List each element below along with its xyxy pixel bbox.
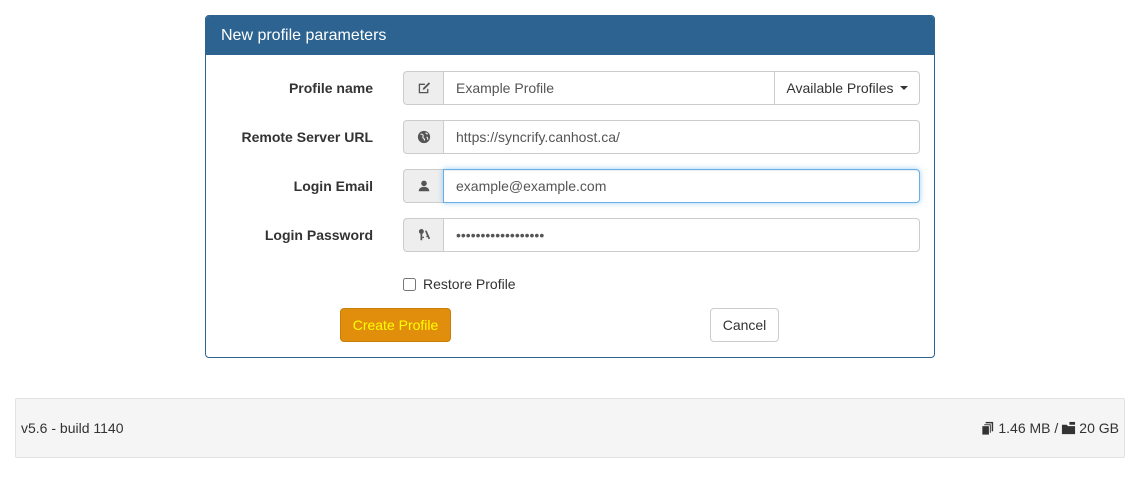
storage-usage: 1.46 MB / 20 GB — [980, 399, 1119, 457]
profile-name-group: Available Profiles — [403, 71, 920, 105]
login-email-group — [403, 169, 920, 203]
user-icon — [403, 169, 443, 203]
edit-icon — [403, 71, 443, 105]
login-password-input[interactable] — [443, 218, 920, 252]
caret-down-icon — [899, 86, 908, 90]
restore-profile-option: Restore Profile — [403, 274, 516, 294]
restore-profile-label: Restore Profile — [423, 276, 516, 292]
version-text: v5.6 - build 1140 — [21, 420, 124, 436]
login-email-label: Login Email — [293, 178, 373, 194]
create-profile-button[interactable]: Create Profile — [340, 308, 451, 342]
quota-space: 20 GB — [1079, 420, 1119, 436]
cancel-button[interactable]: Cancel — [710, 308, 779, 342]
footer: v5.6 - build 1140 1.46 MB / 20 GB — [15, 398, 1125, 458]
folder-icon — [1061, 421, 1076, 436]
globe-icon — [403, 120, 443, 154]
server-url-input[interactable] — [443, 120, 920, 154]
available-profiles-label: Available Profiles — [786, 80, 894, 96]
login-email-input[interactable] — [443, 169, 920, 203]
login-password-label: Login Password — [264, 227, 373, 243]
files-icon — [980, 421, 995, 436]
available-profiles-dropdown[interactable]: Available Profiles — [775, 71, 920, 105]
panel-title: New profile parameters — [206, 16, 934, 55]
used-space: 1.46 MB / — [998, 420, 1059, 436]
new-profile-panel: New profile parameters Profile name Avai… — [205, 15, 935, 358]
server-url-group — [403, 120, 920, 154]
login-email-row: Login Email — [206, 169, 934, 203]
login-password-group — [403, 218, 920, 252]
login-password-row: Login Password — [206, 218, 934, 252]
profile-name-input[interactable] — [443, 71, 775, 105]
profile-name-row: Profile name Available Profiles — [206, 71, 934, 105]
profile-name-label: Profile name — [288, 80, 373, 96]
server-url-row: Remote Server URL — [206, 120, 934, 154]
keys-icon — [403, 218, 443, 252]
restore-profile-checkbox[interactable] — [403, 277, 416, 291]
server-url-label: Remote Server URL — [241, 129, 374, 145]
